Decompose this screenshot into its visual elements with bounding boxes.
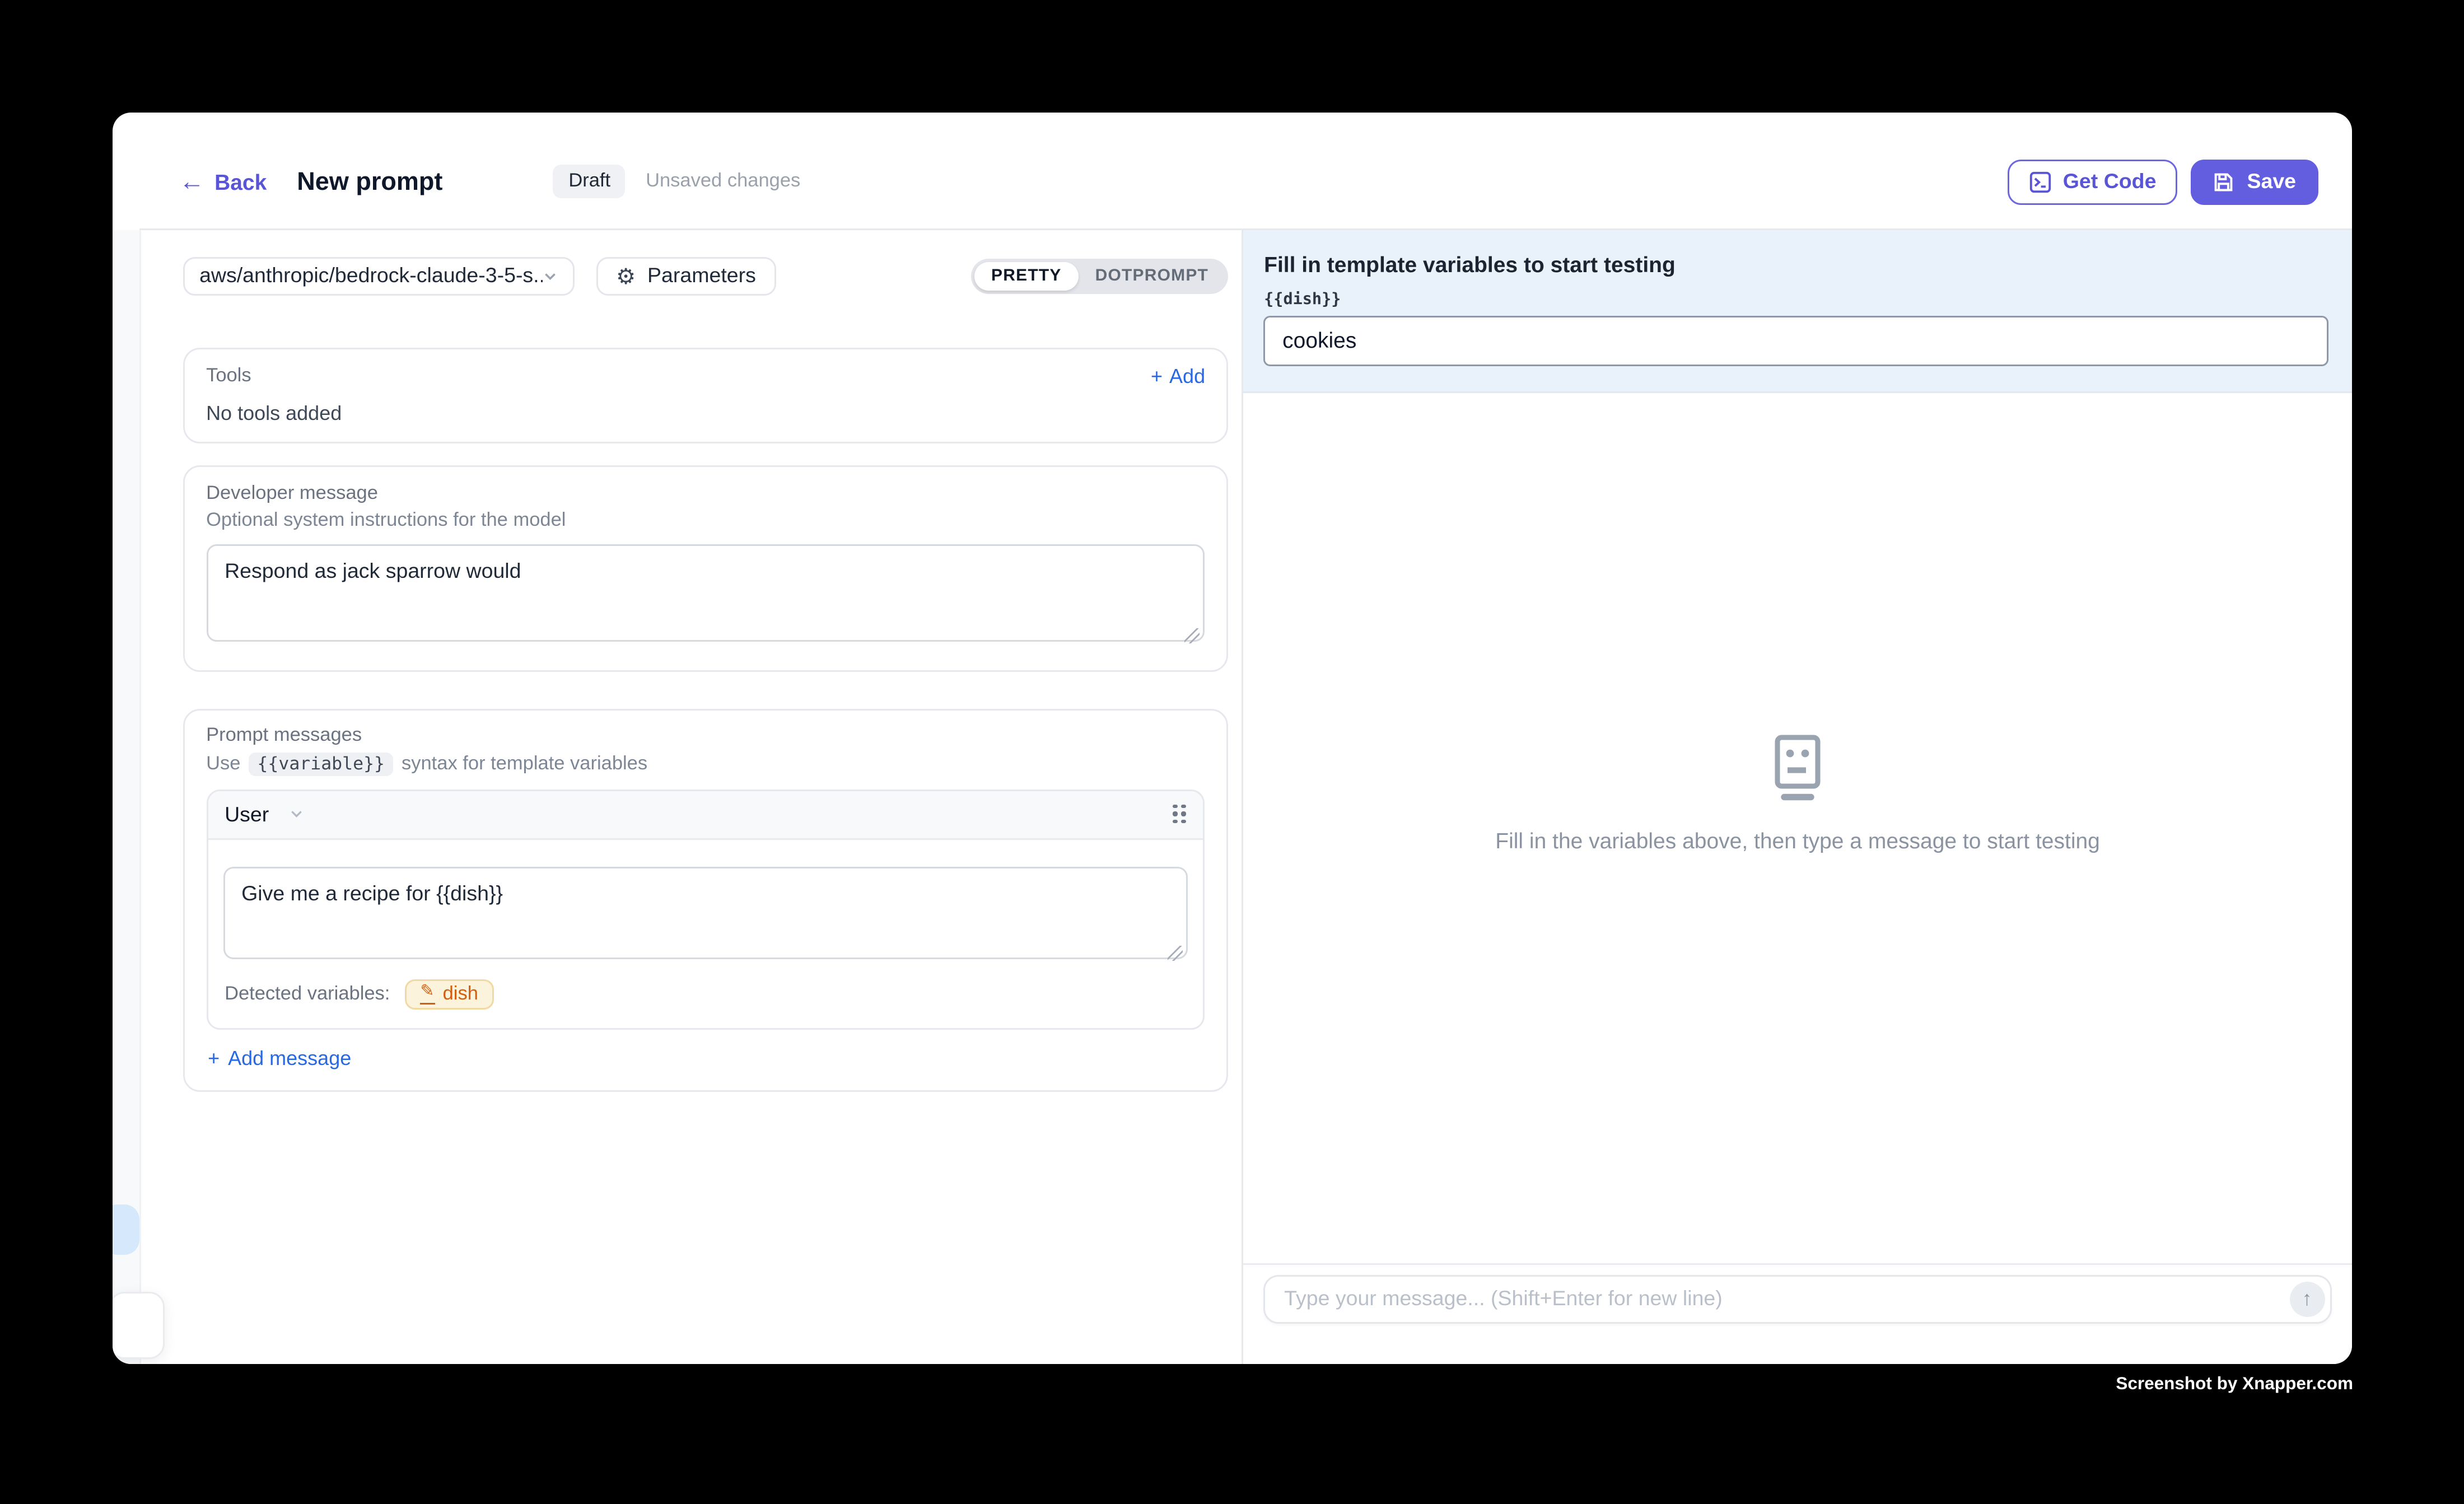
message-body: Give me a recipe for {{dish}} Detected v… [208, 839, 1203, 1027]
model-selector[interactable]: aws/anthropic/bedrock-claude-3-5-s... [183, 256, 574, 295]
variable-badge[interactable]: ✎ dish [405, 979, 493, 1009]
main-area: aws/anthropic/bedrock-claude-3-5-s... ⚙ … [139, 230, 2351, 1363]
hint-prefix: Use [206, 754, 240, 774]
stage: ← Back New prompt Draft Unsaved changes … [0, 0, 2464, 1504]
add-message-button[interactable]: + Add message [208, 1046, 1205, 1069]
variable-value-input[interactable] [1264, 315, 2328, 366]
template-variables-section: Fill in template variables to start test… [1244, 230, 2351, 393]
back-button[interactable]: ← Back [179, 169, 267, 194]
code-terminal-icon [2029, 171, 2051, 193]
message-block: User Give me a recipe for {{ [206, 789, 1205, 1029]
composer-box: ↑ [1264, 1274, 2331, 1323]
tester-pane: Fill in template variables to start test… [1244, 230, 2351, 1363]
chevron-down-icon [289, 807, 304, 822]
back-arrow-icon: ← [179, 169, 204, 194]
editor-controls-row: aws/anthropic/bedrock-claude-3-5-s... ⚙ … [183, 256, 1229, 295]
template-variables-title: Fill in template variables to start test… [1264, 251, 2328, 277]
tools-card: Tools + Add No tools added [183, 347, 1229, 443]
hint-variable-chip: {{variable}} [249, 752, 393, 776]
add-tool-label: Add [1169, 364, 1205, 387]
parameters-button[interactable]: ⚙ Parameters [596, 256, 776, 295]
resize-handle[interactable] [1168, 945, 1183, 960]
parameters-label: Parameters [647, 264, 756, 288]
prompt-editor-pane: aws/anthropic/bedrock-claude-3-5-s... ⚙ … [139, 230, 1244, 1363]
drag-handle-icon[interactable] [1173, 805, 1187, 824]
robot-face-icon [1766, 735, 1830, 805]
pencil-edit-icon: ✎ [420, 984, 434, 1004]
toggle-option-dotprompt[interactable]: DOTPROMPT [1079, 261, 1226, 290]
add-tool-button[interactable]: + Add [1151, 364, 1205, 387]
unsaved-changes-text: Unsaved changes [646, 172, 800, 192]
variable-name-label: {{dish}} [1264, 290, 2328, 309]
app-window: ← Back New prompt Draft Unsaved changes … [112, 112, 2351, 1363]
message-role-value: User [225, 802, 269, 826]
plus-icon: + [1151, 364, 1163, 387]
message-role-selector[interactable]: User [225, 802, 304, 826]
tools-card-header: Tools + Add [206, 364, 1205, 387]
corner-popup [112, 1291, 164, 1358]
tester-empty-state: Fill in the variables above, then type a… [1244, 393, 2351, 1263]
template-syntax-hint: Use {{variable}} syntax for template var… [206, 752, 1205, 776]
save-label: Save [2247, 170, 2296, 194]
developer-message-label: Developer message [206, 483, 1205, 503]
tools-label: Tools [206, 366, 251, 386]
prompt-messages-card: Prompt messages Use {{variable}} syntax … [183, 708, 1229, 1091]
resize-handle[interactable] [1185, 628, 1200, 643]
header: ← Back New prompt Draft Unsaved changes … [139, 112, 2351, 230]
variable-badge-label: dish [443, 984, 478, 1004]
developer-message-description: Optional system instructions for the mod… [206, 510, 1205, 530]
gear-icon: ⚙ [616, 265, 636, 287]
detected-variables-row: Detected variables: ✎ dish [225, 979, 1188, 1009]
developer-message-field-wrap: Respond as jack sparrow would [206, 544, 1205, 650]
left-nav-rail [112, 230, 141, 1363]
view-mode-toggle: PRETTY DOTPROMPT [971, 258, 1229, 293]
developer-message-textarea[interactable]: Respond as jack sparrow would [206, 544, 1205, 641]
composer-bar: ↑ [1244, 1263, 2351, 1363]
message-content-textarea[interactable]: Give me a recipe for {{dish}} [223, 866, 1188, 959]
message-header: User [208, 791, 1203, 839]
send-button[interactable]: ↑ [2289, 1281, 2325, 1316]
rail-active-item[interactable] [112, 1204, 139, 1254]
get-code-label: Get Code [2063, 170, 2157, 194]
back-label: Back [214, 169, 267, 194]
draft-status-badge: Draft [553, 165, 626, 199]
toggle-option-pretty[interactable]: PRETTY [974, 261, 1079, 290]
developer-message-card: Developer message Optional system instru… [183, 465, 1229, 671]
message-field-wrap: Give me a recipe for {{dish}} [223, 866, 1188, 967]
prompt-messages-label: Prompt messages [206, 725, 1205, 745]
save-floppy-icon [2213, 171, 2235, 193]
page-title: New prompt [297, 167, 442, 196]
message-input[interactable] [1266, 1287, 2330, 1311]
add-message-label: Add message [228, 1046, 351, 1069]
plus-icon: + [208, 1046, 220, 1069]
save-button[interactable]: Save [2191, 159, 2318, 204]
get-code-button[interactable]: Get Code [2008, 159, 2178, 204]
model-selector-value: aws/anthropic/bedrock-claude-3-5-s... [199, 264, 542, 288]
detected-variables-label: Detected variables: [225, 984, 390, 1004]
watermark-credit: Screenshot by Xnapper.com [2116, 1374, 2353, 1394]
tester-empty-text: Fill in the variables above, then type a… [1495, 829, 2100, 854]
hint-suffix: syntax for template variables [402, 754, 647, 774]
tools-empty-text: No tools added [206, 401, 1205, 424]
chevron-down-icon [542, 268, 557, 283]
up-arrow-icon: ↑ [2302, 1289, 2312, 1309]
